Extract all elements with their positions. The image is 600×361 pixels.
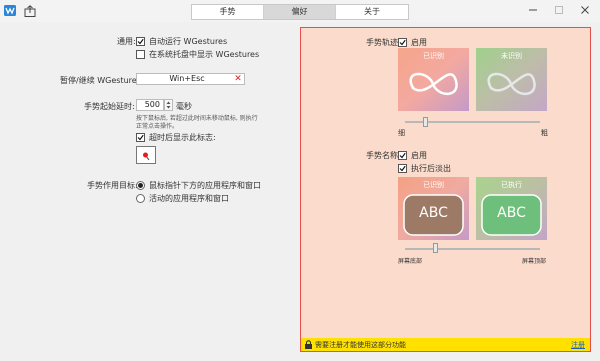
- name-top-label: 屏幕顶部: [522, 258, 547, 265]
- trail-enable-checkbox[interactable]: [398, 38, 407, 47]
- trail-width-slider-knob[interactable]: [423, 117, 428, 127]
- lock-icon: [305, 340, 312, 349]
- delay-label: 手势起始延时:: [84, 102, 135, 111]
- tab-bar: 手势 偏好 关于: [191, 4, 409, 20]
- tab-preferences[interactable]: 偏好: [264, 5, 336, 19]
- trail-thick-label: 粗: [541, 129, 548, 137]
- minimize-icon: [529, 9, 537, 11]
- target-under-cursor-label: 鼠标指针下方的应用程序和窗口: [149, 181, 261, 190]
- name-position-slider-track[interactable]: [405, 248, 540, 250]
- target-label: 手势作用目标:: [87, 181, 138, 190]
- fade-after-option[interactable]: 执行后淡出: [398, 163, 451, 174]
- stepper-arrows-icon: [166, 101, 171, 109]
- indicator-picker-button[interactable]: [136, 146, 156, 164]
- delay-input[interactable]: 500: [136, 99, 164, 111]
- tab-about[interactable]: 关于: [336, 5, 408, 19]
- maximize-button[interactable]: [552, 3, 566, 17]
- registration-notice-text: 需要注册才能使用这部分功能: [315, 341, 406, 349]
- trail-recognized-caption: 已识别: [423, 52, 444, 60]
- trail-enable-label: 启用: [411, 38, 427, 47]
- delay-stepper[interactable]: [164, 99, 173, 111]
- check-icon: [399, 165, 406, 172]
- clear-hotkey-icon[interactable]: ✕: [234, 74, 242, 84]
- check-icon: [137, 134, 144, 141]
- delay-hint-line2: 正常点击操作。: [136, 123, 179, 130]
- name-enable-option[interactable]: 启用: [398, 150, 427, 161]
- trail-unrecognized-caption: 未识别: [501, 52, 522, 60]
- trail-enable-option[interactable]: 启用: [398, 37, 427, 48]
- fade-after-label: 执行后淡出: [411, 164, 451, 173]
- name-position-slider-knob[interactable]: [433, 243, 438, 253]
- target-option-active[interactable]: 活动的应用程序和窗口: [136, 193, 229, 204]
- show-indicator-checkbox[interactable]: [136, 133, 145, 142]
- target-radio-under-cursor[interactable]: [136, 181, 145, 190]
- tray-option[interactable]: 在系统托盘中显示 WGestures: [136, 49, 259, 60]
- name-recognized-caption: 已识别: [423, 181, 444, 189]
- name-enable-label: 启用: [411, 151, 427, 160]
- name-recognized-sample: ABC: [419, 205, 448, 221]
- tab-gestures[interactable]: 手势: [192, 5, 264, 19]
- check-icon: [137, 38, 144, 45]
- pause-hotkey-label: 暂停/继续 WGestures:: [60, 76, 144, 85]
- fade-after-checkbox[interactable]: [398, 164, 407, 173]
- autostart-option[interactable]: 自动运行 WGestures: [136, 36, 227, 47]
- pause-hotkey-value: Win+Esc: [169, 74, 205, 83]
- close-button[interactable]: [578, 3, 592, 17]
- name-executed-sample: ABC: [497, 205, 526, 221]
- autostart-checkbox[interactable]: [136, 37, 145, 46]
- name-enable-checkbox[interactable]: [398, 151, 407, 160]
- tray-label: 在系统托盘中显示 WGestures: [149, 50, 260, 59]
- mouse-indicator-icon: [143, 152, 150, 161]
- app-logo-icon: [4, 5, 16, 16]
- check-icon: [399, 152, 406, 159]
- show-indicator-label: 超时后显示此标志:: [149, 133, 216, 142]
- target-option-under-cursor[interactable]: 鼠标指针下方的应用程序和窗口: [136, 180, 261, 191]
- close-icon: [581, 6, 589, 14]
- tray-checkbox[interactable]: [136, 50, 145, 59]
- name-executed-caption: 已执行: [501, 181, 522, 189]
- trail-thin-label: 细: [398, 129, 405, 137]
- export-icon[interactable]: [24, 5, 36, 17]
- autostart-label: 自动运行 WGestures: [149, 37, 228, 46]
- register-link[interactable]: 注册: [571, 340, 585, 350]
- pause-hotkey-input[interactable]: Win+Esc ✕: [136, 73, 245, 85]
- show-indicator-option[interactable]: 超时后显示此标志:: [136, 132, 216, 143]
- check-icon: [399, 39, 406, 46]
- gesture-name-label: 手势名称:: [366, 151, 401, 160]
- general-label: 通用:: [117, 37, 136, 46]
- trail-label: 手势轨迹:: [366, 38, 401, 47]
- maximize-icon: [555, 6, 563, 14]
- target-active-label: 活动的应用程序和窗口: [149, 194, 229, 203]
- target-radio-active[interactable]: [136, 194, 145, 203]
- name-bottom-label: 屏幕底部: [398, 258, 423, 265]
- minimize-button[interactable]: [526, 3, 540, 17]
- delay-unit: 毫秒: [176, 102, 192, 111]
